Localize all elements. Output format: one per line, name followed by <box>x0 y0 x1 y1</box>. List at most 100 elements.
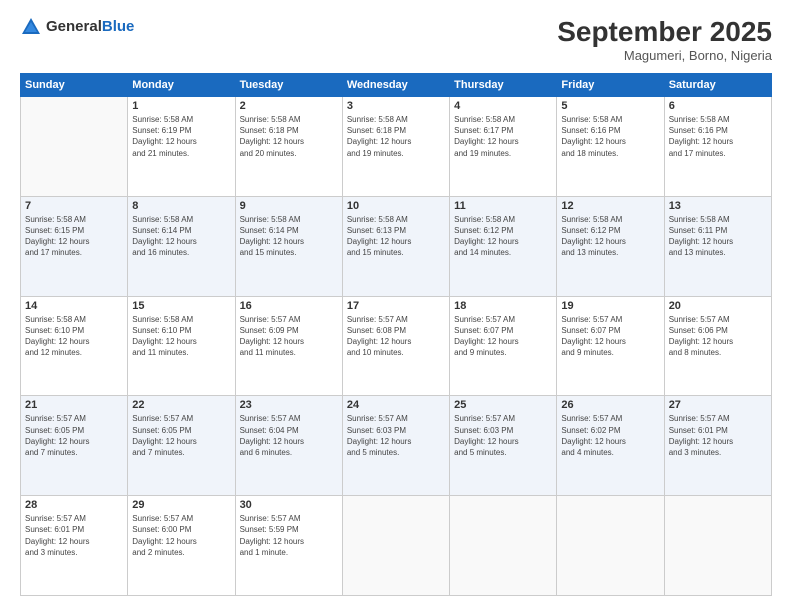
calendar-week-row: 14 Sunrise: 5:58 AMSunset: 6:10 PMDayligh… <box>21 296 772 396</box>
calendar-cell: 21 Sunrise: 5:57 AMSunset: 6:05 PMDayligh… <box>21 396 128 496</box>
logo-text: GeneralBlue <box>46 18 134 36</box>
calendar-cell: 30 Sunrise: 5:57 AMSunset: 5:59 PMDayligh… <box>235 496 342 596</box>
calendar-day-header: Thursday <box>450 74 557 97</box>
cell-content: Sunrise: 5:57 AMSunset: 6:03 PMDaylight:… <box>347 413 445 458</box>
calendar-cell: 29 Sunrise: 5:57 AMSunset: 6:00 PMDayligh… <box>128 496 235 596</box>
day-number: 25 <box>454 399 552 411</box>
cell-content: Sunrise: 5:57 AMSunset: 6:05 PMDaylight:… <box>25 413 123 458</box>
logo: GeneralBlue <box>20 16 134 38</box>
day-number: 4 <box>454 100 552 112</box>
calendar-cell: 11 Sunrise: 5:58 AMSunset: 6:12 PMDayligh… <box>450 196 557 296</box>
day-number: 5 <box>561 100 659 112</box>
calendar-cell: 26 Sunrise: 5:57 AMSunset: 6:02 PMDayligh… <box>557 396 664 496</box>
calendar-cell <box>664 496 771 596</box>
calendar-cell: 16 Sunrise: 5:57 AMSunset: 6:09 PMDayligh… <box>235 296 342 396</box>
day-number: 10 <box>347 200 445 212</box>
calendar-cell: 24 Sunrise: 5:57 AMSunset: 6:03 PMDayligh… <box>342 396 449 496</box>
day-number: 30 <box>240 499 338 511</box>
day-number: 15 <box>132 300 230 312</box>
cell-content: Sunrise: 5:58 AMSunset: 6:13 PMDaylight:… <box>347 214 445 259</box>
cell-content: Sunrise: 5:57 AMSunset: 6:07 PMDaylight:… <box>454 314 552 359</box>
day-number: 28 <box>25 499 123 511</box>
cell-content: Sunrise: 5:58 AMSunset: 6:11 PMDaylight:… <box>669 214 767 259</box>
cell-content: Sunrise: 5:58 AMSunset: 6:15 PMDaylight:… <box>25 214 123 259</box>
day-number: 17 <box>347 300 445 312</box>
day-number: 18 <box>454 300 552 312</box>
cell-content: Sunrise: 5:57 AMSunset: 6:02 PMDaylight:… <box>561 413 659 458</box>
calendar-cell: 4 Sunrise: 5:58 AMSunset: 6:17 PMDaylight… <box>450 97 557 197</box>
day-number: 7 <box>25 200 123 212</box>
day-number: 27 <box>669 399 767 411</box>
day-number: 8 <box>132 200 230 212</box>
day-number: 26 <box>561 399 659 411</box>
cell-content: Sunrise: 5:57 AMSunset: 6:06 PMDaylight:… <box>669 314 767 359</box>
cell-content: Sunrise: 5:57 AMSunset: 6:04 PMDaylight:… <box>240 413 338 458</box>
cell-content: Sunrise: 5:58 AMSunset: 6:19 PMDaylight:… <box>132 114 230 159</box>
calendar-cell: 10 Sunrise: 5:58 AMSunset: 6:13 PMDayligh… <box>342 196 449 296</box>
calendar-week-row: 7 Sunrise: 5:58 AMSunset: 6:15 PMDaylight… <box>21 196 772 296</box>
calendar-cell: 5 Sunrise: 5:58 AMSunset: 6:16 PMDaylight… <box>557 97 664 197</box>
day-number: 24 <box>347 399 445 411</box>
day-number: 16 <box>240 300 338 312</box>
cell-content: Sunrise: 5:58 AMSunset: 6:18 PMDaylight:… <box>347 114 445 159</box>
day-number: 3 <box>347 100 445 112</box>
day-number: 22 <box>132 399 230 411</box>
day-number: 13 <box>669 200 767 212</box>
calendar-cell: 3 Sunrise: 5:58 AMSunset: 6:18 PMDaylight… <box>342 97 449 197</box>
day-number: 19 <box>561 300 659 312</box>
calendar-cell: 17 Sunrise: 5:57 AMSunset: 6:08 PMDayligh… <box>342 296 449 396</box>
calendar-header-row: SundayMondayTuesdayWednesdayThursdayFrid… <box>21 74 772 97</box>
cell-content: Sunrise: 5:57 AMSunset: 6:00 PMDaylight:… <box>132 513 230 558</box>
calendar-cell: 14 Sunrise: 5:58 AMSunset: 6:10 PMDayligh… <box>21 296 128 396</box>
calendar-cell: 15 Sunrise: 5:58 AMSunset: 6:10 PMDayligh… <box>128 296 235 396</box>
calendar-day-header: Wednesday <box>342 74 449 97</box>
cell-content: Sunrise: 5:58 AMSunset: 6:16 PMDaylight:… <box>669 114 767 159</box>
calendar-day-header: Tuesday <box>235 74 342 97</box>
cell-content: Sunrise: 5:57 AMSunset: 5:59 PMDaylight:… <box>240 513 338 558</box>
cell-content: Sunrise: 5:57 AMSunset: 6:03 PMDaylight:… <box>454 413 552 458</box>
calendar-cell: 27 Sunrise: 5:57 AMSunset: 6:01 PMDayligh… <box>664 396 771 496</box>
calendar-table: SundayMondayTuesdayWednesdayThursdayFrid… <box>20 73 772 596</box>
calendar-cell: 1Sunrise: 5:58 AMSunset: 6:19 PMDaylight… <box>128 97 235 197</box>
day-number: 29 <box>132 499 230 511</box>
calendar-cell: 22 Sunrise: 5:57 AMSunset: 6:05 PMDayligh… <box>128 396 235 496</box>
calendar-cell: 18 Sunrise: 5:57 AMSunset: 6:07 PMDayligh… <box>450 296 557 396</box>
cell-content: Sunrise: 5:57 AMSunset: 6:01 PMDaylight:… <box>25 513 123 558</box>
calendar-cell <box>342 496 449 596</box>
calendar-cell: 25 Sunrise: 5:57 AMSunset: 6:03 PMDayligh… <box>450 396 557 496</box>
calendar-cell: 19 Sunrise: 5:57 AMSunset: 6:07 PMDayligh… <box>557 296 664 396</box>
cell-content: Sunrise: 5:57 AMSunset: 6:07 PMDaylight:… <box>561 314 659 359</box>
calendar-cell: 23 Sunrise: 5:57 AMSunset: 6:04 PMDayligh… <box>235 396 342 496</box>
cell-content: Sunrise: 5:57 AMSunset: 6:09 PMDaylight:… <box>240 314 338 359</box>
calendar-cell: 9Sunrise: 5:58 AMSunset: 6:14 PMDaylight… <box>235 196 342 296</box>
cell-content: Sunrise: 5:58 AMSunset: 6:17 PMDaylight:… <box>454 114 552 159</box>
month-title: September 2025 <box>557 16 772 48</box>
cell-content: Sunrise: 5:57 AMSunset: 6:08 PMDaylight:… <box>347 314 445 359</box>
day-number: 12 <box>561 200 659 212</box>
logo-icon <box>20 16 42 38</box>
day-number: 20 <box>669 300 767 312</box>
cell-content: Sunrise: 5:58 AMSunset: 6:10 PMDaylight:… <box>132 314 230 359</box>
cell-content: Sunrise: 5:58 AMSunset: 6:12 PMDaylight:… <box>454 214 552 259</box>
calendar-cell: 2 Sunrise: 5:58 AMSunset: 6:18 PMDaylight… <box>235 97 342 197</box>
calendar-week-row: 1Sunrise: 5:58 AMSunset: 6:19 PMDaylight… <box>21 97 772 197</box>
cell-content: Sunrise: 5:57 AMSunset: 6:01 PMDaylight:… <box>669 413 767 458</box>
calendar-cell <box>450 496 557 596</box>
day-number: 11 <box>454 200 552 212</box>
cell-content: Sunrise: 5:57 AMSunset: 6:05 PMDaylight:… <box>132 413 230 458</box>
calendar-cell: 6 Sunrise: 5:58 AMSunset: 6:16 PMDaylight… <box>664 97 771 197</box>
cell-content: Sunrise: 5:58 AMSunset: 6:14 PMDaylight:… <box>240 214 338 259</box>
cell-content: Sunrise: 5:58 AMSunset: 6:14 PMDaylight:… <box>132 214 230 259</box>
cell-content: Sunrise: 5:58 AMSunset: 6:10 PMDaylight:… <box>25 314 123 359</box>
cell-content: Sunrise: 5:58 AMSunset: 6:16 PMDaylight:… <box>561 114 659 159</box>
calendar-cell <box>557 496 664 596</box>
day-number: 23 <box>240 399 338 411</box>
cell-content: Sunrise: 5:58 AMSunset: 6:18 PMDaylight:… <box>240 114 338 159</box>
day-number: 21 <box>25 399 123 411</box>
cell-content: Sunrise: 5:58 AMSunset: 6:12 PMDaylight:… <box>561 214 659 259</box>
calendar-day-header: Monday <box>128 74 235 97</box>
day-number: 14 <box>25 300 123 312</box>
day-number: 6 <box>669 100 767 112</box>
calendar-day-header: Friday <box>557 74 664 97</box>
day-number: 2 <box>240 100 338 112</box>
